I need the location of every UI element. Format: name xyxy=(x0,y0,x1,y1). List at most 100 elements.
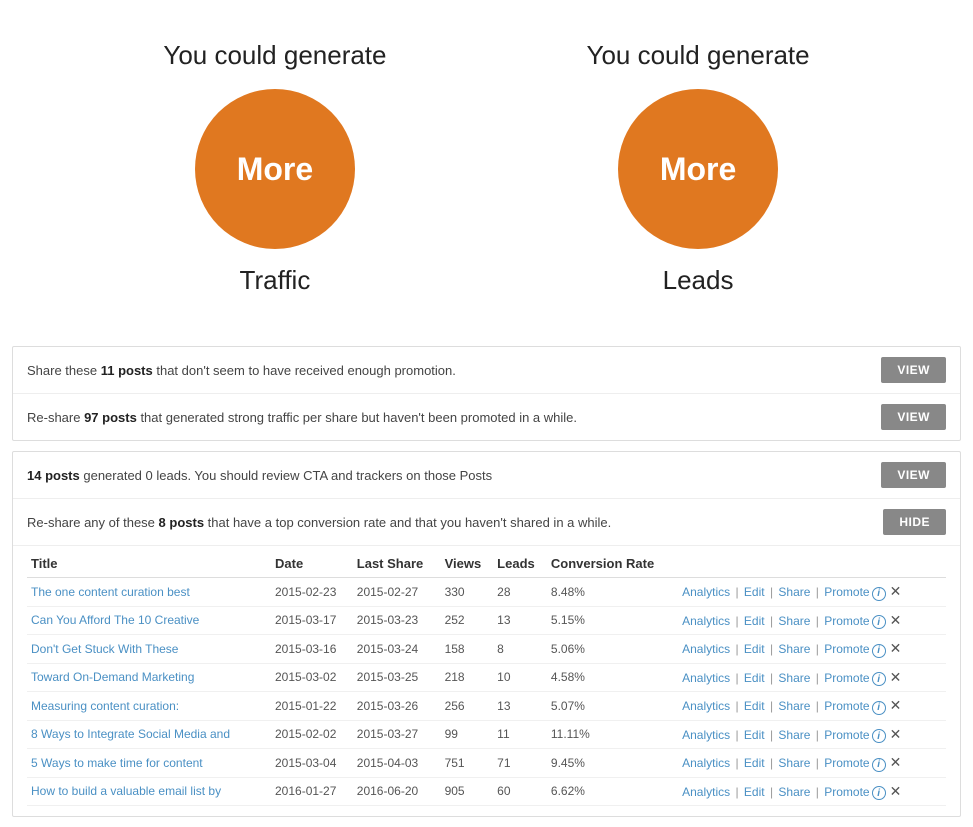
cell-actions: Analytics | Edit | Share | Promotei✕ xyxy=(678,663,946,692)
info-icon[interactable]: i xyxy=(872,587,886,601)
info-icon[interactable]: i xyxy=(872,615,886,629)
promotion-text-1: Share these 11 posts that don't seem to … xyxy=(27,363,456,378)
posts-table: Title Date Last Share Views Leads Conver… xyxy=(27,550,946,806)
close-icon[interactable]: ✕ xyxy=(890,754,902,770)
close-icon[interactable]: ✕ xyxy=(890,640,902,656)
cell-title: How to build a valuable email list by xyxy=(27,777,271,806)
leads-text-1-post: generated 0 leads. You should review CTA… xyxy=(80,468,492,483)
cell-date: 2015-01-22 xyxy=(271,692,353,721)
info-icon[interactable]: i xyxy=(872,672,886,686)
action-edit-link[interactable]: Edit xyxy=(744,785,765,799)
action-edit-link[interactable]: Edit xyxy=(744,756,765,770)
leads-text-2-post: that have a top conversion rate and that… xyxy=(204,515,611,530)
col-title: Title xyxy=(27,550,271,578)
info-icon[interactable]: i xyxy=(872,644,886,658)
post-title-link[interactable]: Don't Get Stuck With These xyxy=(31,642,178,656)
action-promote-link[interactable]: Promote xyxy=(824,642,869,656)
action-separator: | xyxy=(812,756,822,770)
post-title-link[interactable]: How to build a valuable email list by xyxy=(31,784,221,798)
action-share-link[interactable]: Share xyxy=(778,756,810,770)
info-icon[interactable]: i xyxy=(872,701,886,715)
close-icon[interactable]: ✕ xyxy=(890,583,902,599)
leads-count-2: 8 posts xyxy=(159,515,205,530)
cell-last-share: 2015-03-23 xyxy=(353,606,441,635)
action-promote-link[interactable]: Promote xyxy=(824,699,869,713)
top-section: You could generate More Traffic You coul… xyxy=(0,0,973,336)
action-promote-link[interactable]: Promote xyxy=(824,756,869,770)
action-separator: | xyxy=(812,585,822,599)
traffic-circle[interactable]: More xyxy=(195,89,355,249)
action-separator: | xyxy=(812,614,822,628)
action-share-link[interactable]: Share xyxy=(778,699,810,713)
action-separator: | xyxy=(767,585,777,599)
action-analytics-link[interactable]: Analytics xyxy=(682,614,730,628)
traffic-cta-block: You could generate More Traffic xyxy=(163,40,386,296)
action-analytics-link[interactable]: Analytics xyxy=(682,756,730,770)
leads-circle[interactable]: More xyxy=(618,89,778,249)
action-share-link[interactable]: Share xyxy=(778,642,810,656)
cell-views: 751 xyxy=(441,749,494,778)
cell-title: 5 Ways to make time for content xyxy=(27,749,271,778)
table-row: 8 Ways to Integrate Social Media and2015… xyxy=(27,720,946,749)
action-promote-link[interactable]: Promote xyxy=(824,785,869,799)
post-title-link[interactable]: Can You Afford The 10 Creative xyxy=(31,613,199,627)
action-edit-link[interactable]: Edit xyxy=(744,614,765,628)
table-header-row: Title Date Last Share Views Leads Conver… xyxy=(27,550,946,578)
cell-views: 158 xyxy=(441,635,494,664)
cell-date: 2015-03-02 xyxy=(271,663,353,692)
leads-text-1: 14 posts generated 0 leads. You should r… xyxy=(27,468,492,483)
action-edit-link[interactable]: Edit xyxy=(744,699,765,713)
post-title-link[interactable]: Measuring content curation: xyxy=(31,699,179,713)
cell-last-share: 2015-03-24 xyxy=(353,635,441,664)
action-share-link[interactable]: Share xyxy=(778,671,810,685)
action-promote-link[interactable]: Promote xyxy=(824,614,869,628)
close-icon[interactable]: ✕ xyxy=(890,783,902,799)
action-edit-link[interactable]: Edit xyxy=(744,671,765,685)
action-analytics-link[interactable]: Analytics xyxy=(682,699,730,713)
posts-table-container: Title Date Last Share Views Leads Conver… xyxy=(13,550,960,816)
action-share-link[interactable]: Share xyxy=(778,728,810,742)
post-title-link[interactable]: 8 Ways to Integrate Social Media and xyxy=(31,727,230,741)
action-analytics-link[interactable]: Analytics xyxy=(682,728,730,742)
promotion-view-btn-2[interactable]: VIEW xyxy=(881,404,946,430)
post-title-link[interactable]: The one content curation best xyxy=(31,585,190,599)
close-icon[interactable]: ✕ xyxy=(890,697,902,713)
info-icon[interactable]: i xyxy=(872,729,886,743)
promotion-view-btn-1[interactable]: VIEW xyxy=(881,357,946,383)
col-views: Views xyxy=(441,550,494,578)
cell-views: 99 xyxy=(441,720,494,749)
info-icon[interactable]: i xyxy=(872,758,886,772)
cell-leads: 10 xyxy=(493,663,547,692)
leads-count-1: 14 posts xyxy=(27,468,80,483)
action-analytics-link[interactable]: Analytics xyxy=(682,671,730,685)
action-analytics-link[interactable]: Analytics xyxy=(682,785,730,799)
action-edit-link[interactable]: Edit xyxy=(744,728,765,742)
cell-last-share: 2016-06-20 xyxy=(353,777,441,806)
action-analytics-link[interactable]: Analytics xyxy=(682,642,730,656)
close-icon[interactable]: ✕ xyxy=(890,669,902,685)
action-promote-link[interactable]: Promote xyxy=(824,728,869,742)
action-share-link[interactable]: Share xyxy=(778,614,810,628)
col-last-share: Last Share xyxy=(353,550,441,578)
action-separator: | xyxy=(732,585,742,599)
cell-conversion-rate: 5.15% xyxy=(547,606,678,635)
action-promote-link[interactable]: Promote xyxy=(824,585,869,599)
action-promote-link[interactable]: Promote xyxy=(824,671,869,685)
action-separator: | xyxy=(732,728,742,742)
action-separator: | xyxy=(812,699,822,713)
action-edit-link[interactable]: Edit xyxy=(744,585,765,599)
post-title-link[interactable]: Toward On-Demand Marketing xyxy=(31,670,194,684)
action-analytics-link[interactable]: Analytics xyxy=(682,585,730,599)
info-icon[interactable]: i xyxy=(872,786,886,800)
leads-view-btn-1[interactable]: VIEW xyxy=(881,462,946,488)
action-share-link[interactable]: Share xyxy=(778,785,810,799)
cell-date: 2015-03-17 xyxy=(271,606,353,635)
action-share-link[interactable]: Share xyxy=(778,585,810,599)
leads-hide-btn[interactable]: HIDE xyxy=(883,509,946,535)
close-icon[interactable]: ✕ xyxy=(890,612,902,628)
close-icon[interactable]: ✕ xyxy=(890,726,902,742)
action-edit-link[interactable]: Edit xyxy=(744,642,765,656)
post-title-link[interactable]: 5 Ways to make time for content xyxy=(31,756,203,770)
table-row: Measuring content curation:2015-01-22201… xyxy=(27,692,946,721)
cell-actions: Analytics | Edit | Share | Promotei✕ xyxy=(678,635,946,664)
